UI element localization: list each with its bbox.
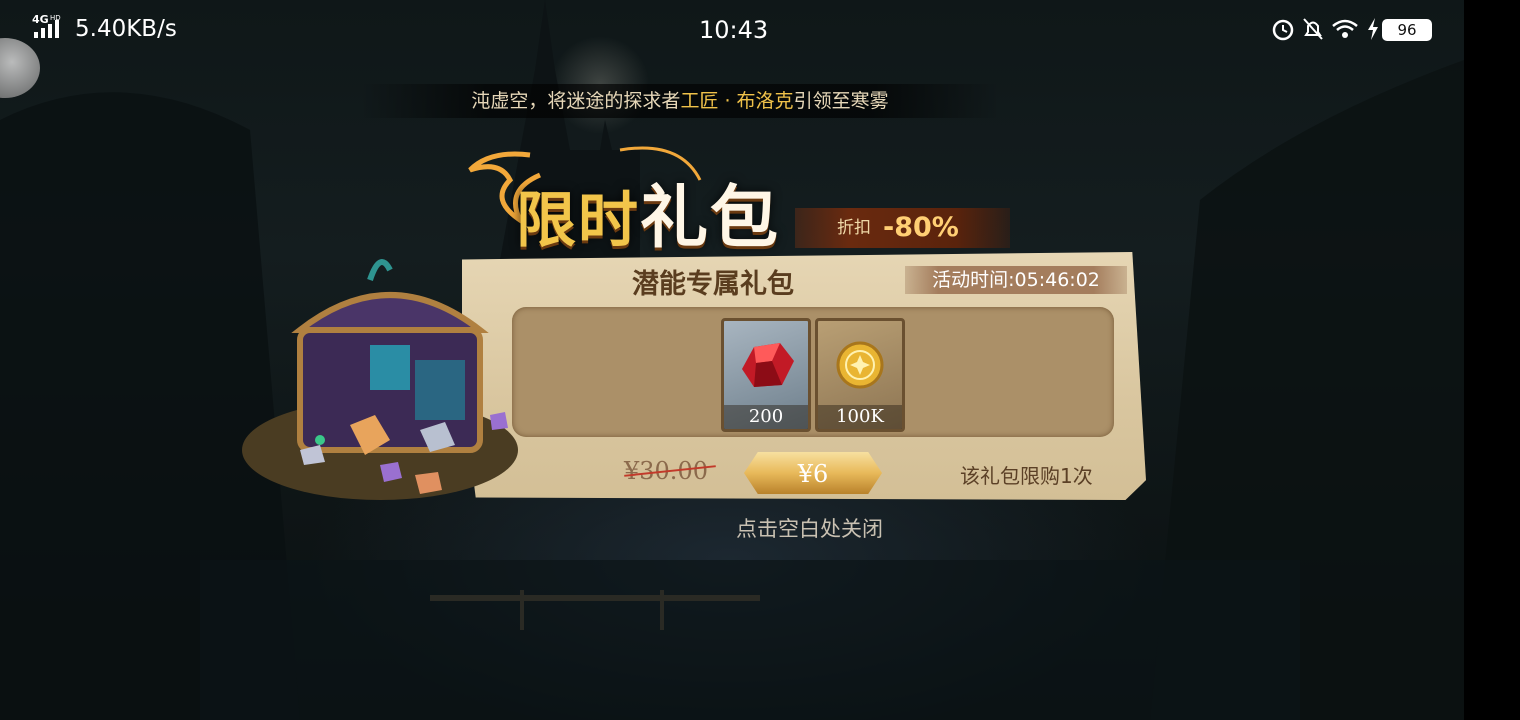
- ruby-quantity: 200: [724, 405, 808, 429]
- popup-title: 限时礼包: [450, 140, 790, 260]
- announcement-ticker: 沌虚空，将迷途的探求者工匠 · 布洛克引领至寒雾: [360, 84, 1000, 118]
- pack-name: 潜能专属礼包: [632, 269, 794, 300]
- network-speed: 5.40KB/s: [75, 16, 177, 42]
- gold-coin-icon: [836, 341, 884, 389]
- clock: 10:43: [699, 16, 769, 44]
- timer-value: 05:46:02: [1014, 269, 1100, 291]
- event-timer: 活动时间:05:46:02: [905, 266, 1127, 294]
- discount-value: -80%: [883, 212, 959, 243]
- coin-quantity: 100K: [818, 405, 902, 429]
- discount-banner: 折扣 -80%: [795, 208, 1010, 248]
- charging-icon: [1368, 18, 1378, 40]
- ticker-highlight: 工匠 · 布洛克: [680, 90, 794, 112]
- item-ruby-slot[interactable]: 200: [721, 318, 811, 432]
- buy-button[interactable]: ¥6: [744, 452, 882, 494]
- ticker-suffix: 引领至寒雾: [793, 90, 889, 112]
- discount-label: 折扣: [837, 218, 871, 238]
- game-background[interactable]: 4G HD 5.40KB/s 10:43 96 沌虚空，将迷途的探求者工匠 ·: [0, 0, 1464, 720]
- signal-indicator: 4G HD: [32, 12, 66, 68]
- alarm-icon: [1272, 19, 1294, 41]
- ruby-gem-icon: [742, 343, 794, 387]
- treasure-chest-icon: [242, 259, 518, 500]
- battery-level: 96: [1397, 21, 1417, 39]
- screen-edge: [1464, 0, 1520, 720]
- ticker-prefix: 沌虚空，将迷途的探求者: [471, 90, 681, 112]
- title-part-2: 礼包: [640, 178, 781, 258]
- item-coin-slot[interactable]: 100K: [815, 318, 905, 432]
- wifi-icon: [1332, 19, 1358, 38]
- purchase-limit: 该礼包限购1次: [960, 464, 1093, 488]
- bell-off-icon: [1303, 18, 1323, 40]
- signal-icon: 4G HD: [32, 13, 61, 38]
- battery-icon: 96: [1382, 19, 1432, 41]
- close-hint[interactable]: 点击空白处关闭: [736, 513, 883, 543]
- timer-label: 活动时间:: [932, 269, 1015, 291]
- svg-text:4G: 4G: [32, 13, 49, 26]
- item-tray: [512, 307, 1114, 437]
- title-part-1: 限时: [516, 186, 640, 256]
